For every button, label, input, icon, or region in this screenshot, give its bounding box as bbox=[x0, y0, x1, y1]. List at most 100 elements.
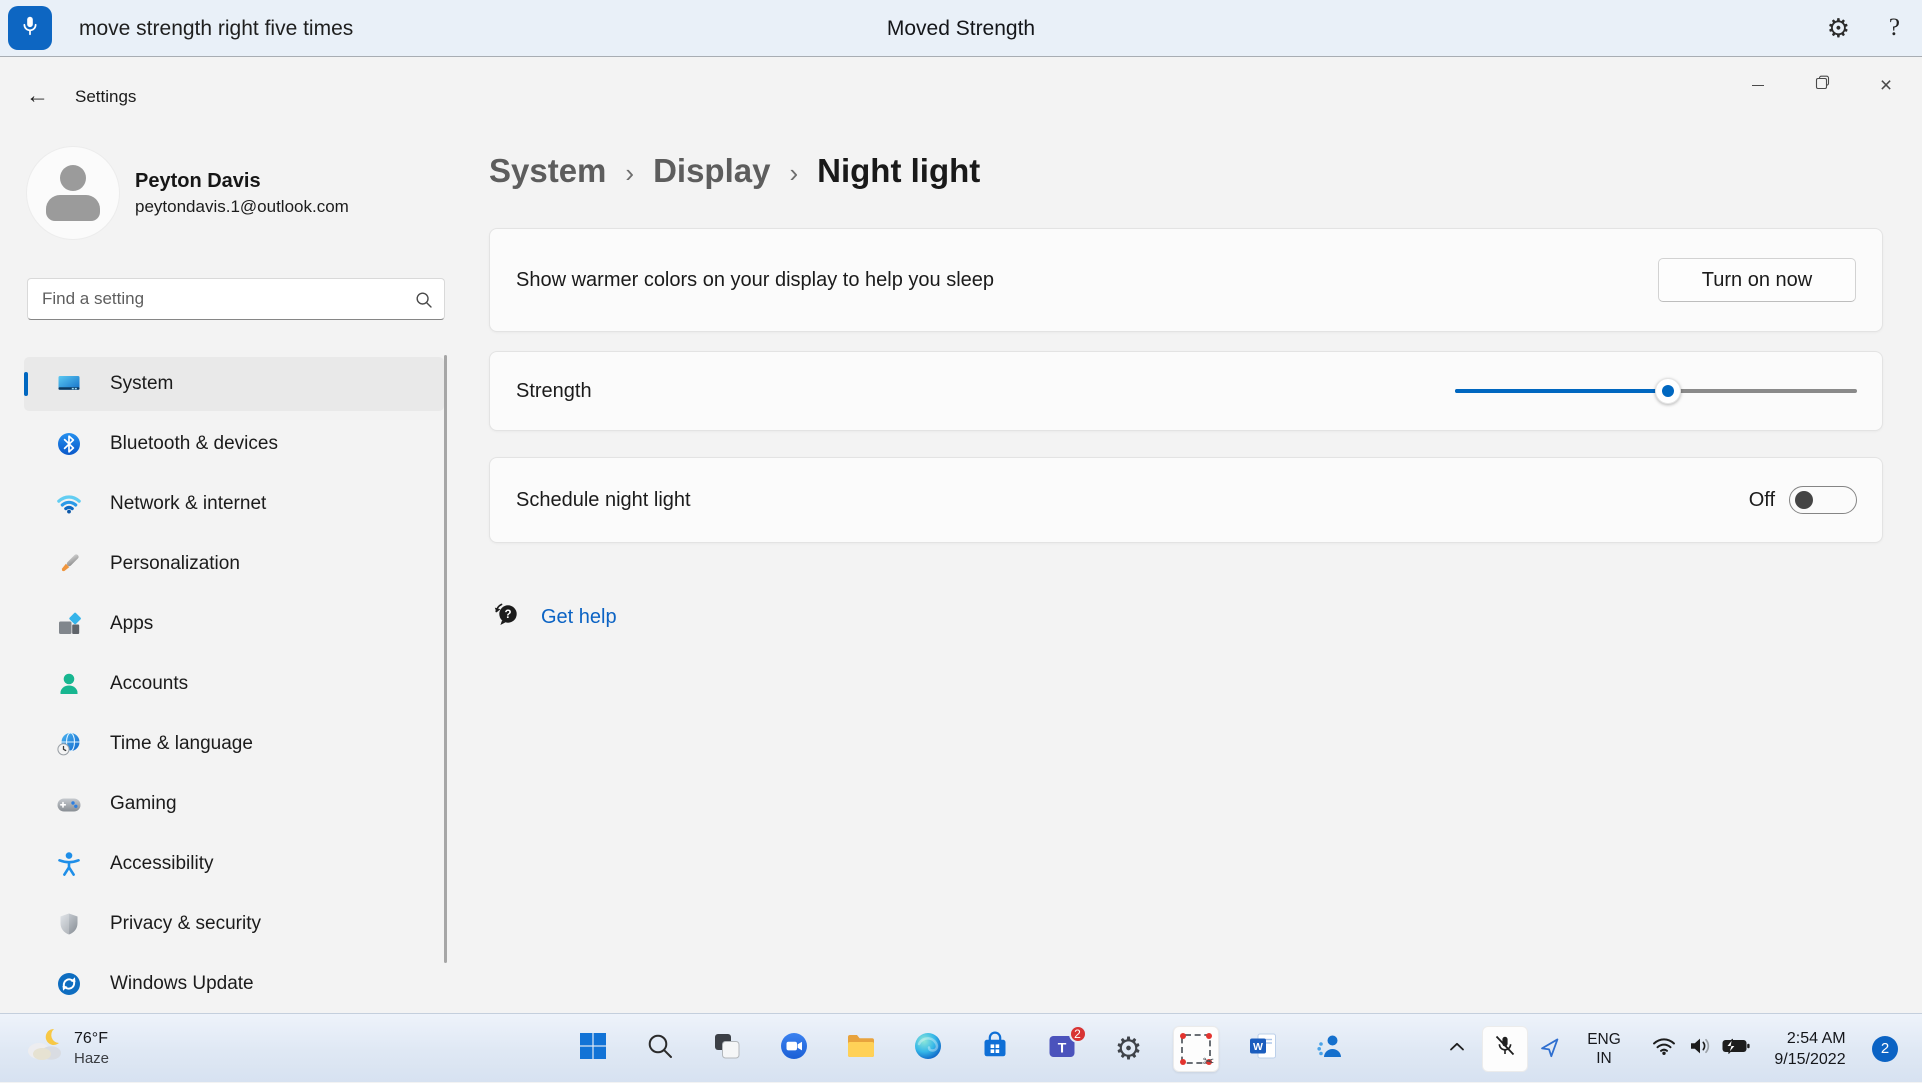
tray-wifi-button[interactable] bbox=[1646, 1014, 1682, 1083]
sidebar-item-label: Network & internet bbox=[110, 493, 267, 514]
battery-charging-icon bbox=[1721, 1036, 1751, 1061]
location-arrow-icon bbox=[1540, 1035, 1563, 1063]
voice-settings-gear-icon[interactable]: ⚙ bbox=[1827, 0, 1850, 57]
teams-button[interactable]: T 2 bbox=[1039, 1024, 1087, 1072]
user-email: peytondavis.1@outlook.com bbox=[135, 196, 349, 216]
tray-volume-button[interactable] bbox=[1682, 1014, 1718, 1083]
sidebar-item-gaming[interactable]: Gaming bbox=[24, 777, 444, 831]
breadcrumb-display[interactable]: Display bbox=[653, 152, 770, 190]
sidebar-item-accessibility[interactable]: Accessibility bbox=[24, 837, 444, 891]
voice-status-text: Moved Strength bbox=[886, 17, 1036, 40]
breadcrumb-system[interactable]: System bbox=[489, 152, 606, 190]
sidebar-item-label: Bluetooth & devices bbox=[110, 433, 278, 454]
search-icon bbox=[645, 1031, 675, 1066]
schedule-night-light-card: Schedule night light Off bbox=[489, 457, 1883, 543]
task-view-button[interactable] bbox=[704, 1026, 750, 1072]
taskbar-app-row: T 2 ⚙ ✂ W bbox=[0, 1014, 1922, 1083]
microsoft-store-button[interactable] bbox=[972, 1026, 1018, 1072]
clock-time: 2:54 AM bbox=[1786, 1029, 1846, 1047]
settings-app-button[interactable]: ⚙ bbox=[1106, 1026, 1152, 1072]
clock-date: 9/15/2022 bbox=[1774, 1050, 1846, 1068]
svg-text:W: W bbox=[1253, 1041, 1263, 1053]
schedule-toggle[interactable] bbox=[1789, 486, 1857, 514]
window-controls: × bbox=[1726, 65, 1918, 105]
sidebar-item-label: Personalization bbox=[110, 553, 240, 574]
sidebar-item-windows-update[interactable]: Windows Update bbox=[24, 957, 444, 1011]
voice-access-icon bbox=[1314, 1030, 1346, 1067]
file-explorer-icon bbox=[845, 1030, 877, 1067]
user-profile[interactable]: Peyton Davis peytondavis.1@outlook.com bbox=[27, 147, 427, 239]
strength-slider[interactable] bbox=[1455, 377, 1857, 405]
chat-button[interactable] bbox=[771, 1026, 817, 1072]
brush-icon bbox=[56, 551, 82, 577]
slider-fill bbox=[1455, 378, 1682, 404]
close-button[interactable]: × bbox=[1854, 65, 1918, 105]
voice-access-button[interactable] bbox=[1307, 1026, 1353, 1072]
help-chat-icon: ? bbox=[493, 601, 520, 633]
globe-clock-icon bbox=[56, 731, 82, 757]
file-explorer-button[interactable] bbox=[838, 1026, 884, 1072]
get-help-row: ? Get help bbox=[493, 601, 617, 633]
bluetooth-icon bbox=[56, 431, 82, 457]
sidebar-item-network-internet[interactable]: Network & internet bbox=[24, 477, 444, 531]
sidebar-item-label: Gaming bbox=[110, 793, 177, 814]
sidebar-item-accounts[interactable]: Accounts bbox=[24, 657, 444, 711]
sidebar-item-system[interactable]: System bbox=[24, 357, 444, 411]
sidebar-item-privacy-security[interactable]: Privacy & security bbox=[24, 897, 444, 951]
sidebar-item-apps[interactable]: Apps bbox=[24, 597, 444, 651]
wifi-icon bbox=[1651, 1033, 1677, 1064]
sidebar-scrollbar[interactable] bbox=[444, 355, 447, 963]
word-button[interactable]: W bbox=[1240, 1026, 1286, 1072]
taskbar: 76°F Haze T 2 ⚙ ✂ W ENG IN 2:54 AM 9/15/… bbox=[0, 1013, 1922, 1082]
chevron-right-icon: › bbox=[625, 157, 635, 188]
voice-command-bar: move strength right five times Moved Str… bbox=[0, 0, 1922, 57]
teams-notification-badge: 2 bbox=[1068, 1024, 1087, 1043]
maximize-button[interactable] bbox=[1790, 65, 1854, 105]
voice-help-icon[interactable]: ? bbox=[1889, 0, 1900, 57]
accessibility-person-icon bbox=[56, 851, 82, 877]
taskbar-search-button[interactable] bbox=[637, 1026, 683, 1072]
apps-icon bbox=[56, 611, 82, 637]
schedule-label: Schedule night light bbox=[516, 488, 691, 511]
sidebar-item-label: Accounts bbox=[110, 673, 189, 694]
minimize-button[interactable] bbox=[1726, 65, 1790, 105]
tray-overflow-button[interactable] bbox=[1437, 1014, 1477, 1083]
tray-battery-button[interactable] bbox=[1718, 1014, 1754, 1083]
tray-clock[interactable]: 2:54 AM 9/15/2022 bbox=[1760, 1014, 1860, 1083]
page-title: Night light bbox=[817, 152, 981, 189]
sidebar-item-personalization[interactable]: Personalization bbox=[24, 537, 444, 591]
shield-icon bbox=[56, 911, 82, 937]
back-arrow-icon[interactable]: ← bbox=[26, 82, 49, 109]
edge-browser-button[interactable] bbox=[905, 1026, 951, 1072]
toggle-knob bbox=[1795, 491, 1813, 509]
svg-text:?: ? bbox=[504, 609, 511, 621]
language-code: ENG bbox=[1587, 1030, 1621, 1048]
chevron-right-icon: › bbox=[789, 157, 799, 188]
tray-language-switcher[interactable]: ENG IN bbox=[1578, 1014, 1630, 1083]
warm-colors-card: Show warmer colors on your display to he… bbox=[489, 228, 1883, 332]
tray-mic-muted-button[interactable] bbox=[1482, 1025, 1528, 1072]
strength-label: Strength bbox=[516, 379, 592, 402]
sidebar-item-bluetooth-devices[interactable]: Bluetooth & devices bbox=[24, 417, 444, 471]
sidebar-item-time-language[interactable]: Time & language bbox=[24, 717, 444, 771]
mic-muted-icon bbox=[1492, 1033, 1518, 1064]
start-button[interactable] bbox=[570, 1026, 616, 1072]
slider-thumb[interactable] bbox=[1655, 378, 1682, 404]
update-refresh-icon bbox=[56, 971, 82, 997]
sidebar-item-label: Windows Update bbox=[110, 973, 254, 994]
notification-center-button[interactable]: 2 bbox=[1870, 1014, 1900, 1083]
tray-location-button[interactable] bbox=[1532, 1014, 1570, 1083]
breadcrumb: System › Display › Night light bbox=[489, 152, 980, 190]
snipping-tool-button[interactable]: ✂ bbox=[1172, 1025, 1219, 1072]
turn-on-now-button[interactable]: Turn on now bbox=[1658, 258, 1856, 302]
person-icon bbox=[56, 671, 82, 697]
user-name: Peyton Davis bbox=[135, 169, 261, 192]
search-input[interactable] bbox=[28, 279, 444, 319]
restore-icon bbox=[1815, 75, 1830, 95]
sidebar-item-label: Privacy & security bbox=[110, 913, 261, 934]
get-help-link[interactable]: Get help bbox=[541, 606, 617, 629]
settings-window: ← Settings × Peyton Davis peytondavis.1@… bbox=[0, 57, 1922, 1013]
word-icon: W bbox=[1247, 1030, 1279, 1067]
system-icon bbox=[56, 371, 82, 397]
close-icon: × bbox=[1879, 73, 1893, 97]
